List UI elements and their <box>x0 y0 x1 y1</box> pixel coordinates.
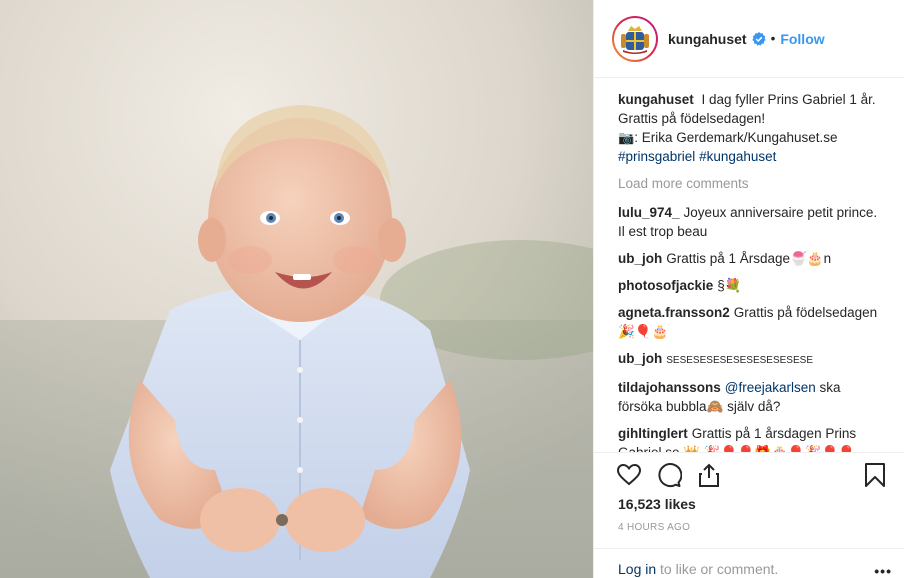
comment-username[interactable]: lulu_974_ <box>618 205 680 220</box>
camera-icon: 📷 <box>618 130 635 145</box>
more-options-icon[interactable]: ••• <box>874 563 892 578</box>
caption-credit: : Erika Gerdemark/Kungahuset.se <box>634 130 838 145</box>
post-header: kungahuset • Follow <box>594 0 904 78</box>
action-bar <box>594 452 904 496</box>
comment-username[interactable]: gihltinglert <box>618 426 688 441</box>
login-text: to like or comment. <box>656 561 779 577</box>
hashtag-kungahuset[interactable]: #kungahuset <box>699 149 776 164</box>
comment-username[interactable]: tildajohanssons <box>618 380 721 395</box>
comment-text: Grattis på 1 Årsdage🍧🎂n <box>666 251 832 266</box>
login-prompt: Log in to like or comment. ••• <box>594 548 904 578</box>
bookmark-icon[interactable] <box>862 462 888 488</box>
post-side-panel: kungahuset • Follow kungahuset I dag fyl… <box>593 0 904 578</box>
post-photo[interactable] <box>0 0 593 578</box>
baby-photo-illustration <box>0 0 593 578</box>
load-more-comments-button[interactable]: Load more comments <box>618 174 886 193</box>
comments-list[interactable]: kungahuset I dag fyller Prins Gabriel 1 … <box>594 78 904 452</box>
list-item: ub_joh Grattis på 1 Årsdage🍧🎂n <box>618 249 886 268</box>
list-item: ub_joh SESESESESESESESESESESE <box>618 349 886 370</box>
list-item: agneta.fransson2 Grattis på födelsedagen … <box>618 303 886 341</box>
separator-dot: • <box>770 31 776 46</box>
post-timestamp[interactable]: 4 HOURS AGO <box>618 522 690 533</box>
caption-username[interactable]: kungahuset <box>618 92 694 107</box>
share-icon[interactable] <box>696 462 722 488</box>
follow-button[interactable]: Follow <box>780 31 824 47</box>
list-item: tildajohanssons @freejakarlsen ska försök… <box>618 378 886 416</box>
list-item: gihltinglert Grattis på 1 årsdagen Prins … <box>618 424 886 452</box>
hashtag-prinsgabriel[interactable]: #prinsgabriel <box>618 149 695 164</box>
royal-crest-icon <box>614 17 656 60</box>
comment-icon[interactable] <box>656 462 682 488</box>
avatar[interactable] <box>612 15 658 62</box>
comment-username[interactable]: ub_joh <box>618 351 662 366</box>
comment-mention[interactable]: @freejakarlsen <box>725 380 816 395</box>
list-item: photosofjackie §💐 <box>618 276 886 295</box>
list-item: lulu_974_ Joyeux anniversaire petit princ… <box>618 203 886 241</box>
verified-badge-icon <box>751 31 766 46</box>
caption: kungahuset I dag fyller Prins Gabriel 1 … <box>618 90 886 166</box>
comment-username[interactable]: agneta.fransson2 <box>618 305 730 320</box>
heart-icon[interactable] <box>616 462 642 488</box>
instagram-post: kungahuset • Follow kungahuset I dag fyl… <box>0 0 904 578</box>
login-link[interactable]: Log in <box>618 561 656 577</box>
comment-text: §💐 <box>717 278 742 293</box>
comment-text: SESESESESESESESESESESE <box>666 355 813 366</box>
likes-count[interactable]: 16,523 likes <box>618 496 696 512</box>
header-username[interactable]: kungahuset <box>668 31 747 47</box>
comment-username[interactable]: photosofjackie <box>618 278 713 293</box>
comment-username[interactable]: ub_joh <box>618 251 662 266</box>
